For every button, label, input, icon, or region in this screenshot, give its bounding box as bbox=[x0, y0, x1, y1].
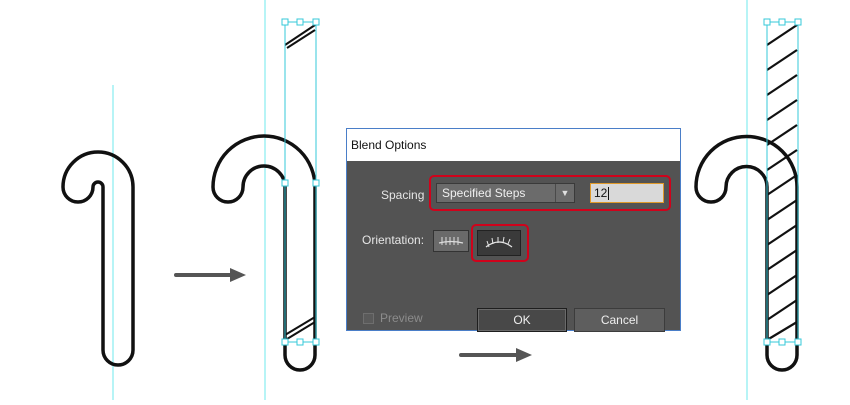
ok-button[interactable]: OK bbox=[477, 308, 567, 332]
preview-checkbox-box[interactable] bbox=[363, 312, 374, 324]
arrow-right-icon bbox=[459, 348, 532, 362]
candy-cane-outline bbox=[61, 150, 135, 367]
cancel-button[interactable]: Cancel bbox=[574, 308, 665, 332]
dialog-body: Spacing Specified Steps ▼ 12 Orientation… bbox=[347, 161, 680, 332]
stripe-start bbox=[284, 24, 316, 49]
stripe-end bbox=[284, 316, 316, 340]
align-to-page-icon bbox=[438, 237, 464, 245]
dialog-titlebar[interactable]: Blend Options bbox=[347, 129, 680, 161]
candy-cane-with-stripes bbox=[211, 134, 317, 372]
spacing-label: Spacing bbox=[381, 188, 425, 202]
arrow-right-icon bbox=[174, 268, 246, 282]
blend-stripes bbox=[766, 24, 798, 341]
callout-highlight-orientation bbox=[471, 224, 529, 262]
preview-checkbox[interactable]: Preview bbox=[363, 311, 423, 325]
orientation-label: Orientation: bbox=[362, 233, 425, 247]
callout-highlight-spacing bbox=[429, 175, 671, 211]
align-to-page-button[interactable] bbox=[433, 230, 469, 252]
blend-options-dialog: Blend Options Spacing Specified Steps ▼ … bbox=[346, 128, 681, 332]
preview-label: Preview bbox=[380, 311, 423, 325]
dialog-title: Blend Options bbox=[351, 138, 427, 152]
